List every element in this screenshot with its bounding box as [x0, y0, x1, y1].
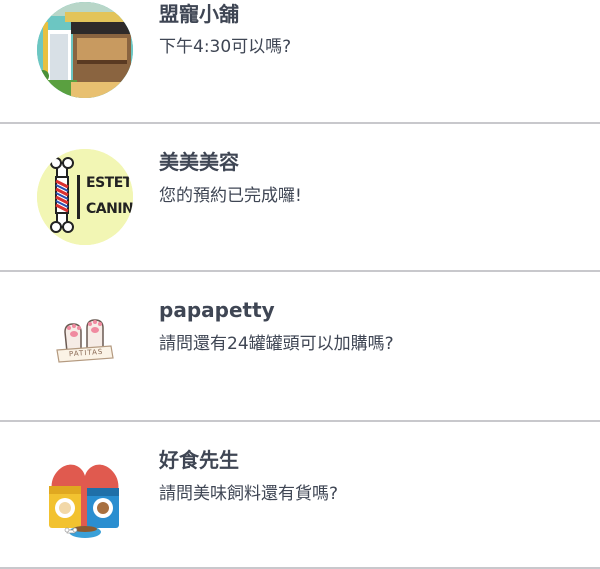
conversation-name: 盟寵小舖: [159, 2, 239, 26]
last-message: 您的預約已完成囉!: [159, 186, 302, 206]
conversation-name: 美美美容: [159, 150, 239, 174]
last-message: 請問還有24罐罐頭可以加購嗎?: [159, 334, 394, 354]
conversation-row[interactable]: 盟寵小舖 下午4:30可以嗎?: [0, 0, 600, 122]
avatar: ESTETIC CANINA: [37, 149, 133, 245]
conversation-row[interactable]: ESTETIC CANINA 美美美容 您的預約已完成囉!: [0, 124, 600, 270]
estetica-text: ESTETIC: [86, 175, 133, 191]
barber-pole-icon: [37, 149, 133, 245]
avatar: PATITAS: [37, 296, 133, 392]
conversation-row[interactable]: 好食先生 請問美味飼料還有貨嗎?: [0, 422, 600, 569]
conversation-list: 盟寵小舖 下午4:30可以嗎? ESTET CANIN 美美美容 您的預約已完成…: [0, 0, 600, 569]
pet-food-bags-icon: [49, 464, 119, 538]
last-message: 請問美味飼料還有貨嗎?: [159, 484, 339, 504]
last-message: 下午4:30可以嗎?: [159, 37, 292, 57]
conversation-name: papapetty: [159, 298, 275, 322]
conversation-row[interactable]: PATITAS papapetty 請問還有24罐罐頭可以加購嗎?: [0, 272, 600, 420]
paws-icon: [37, 296, 133, 392]
avatar: [37, 2, 133, 98]
pet-shop-storefront-icon: [37, 2, 133, 98]
conversation-name: 好食先生: [159, 448, 239, 472]
avatar: [37, 446, 133, 542]
canina-text: CANINA: [86, 201, 133, 217]
